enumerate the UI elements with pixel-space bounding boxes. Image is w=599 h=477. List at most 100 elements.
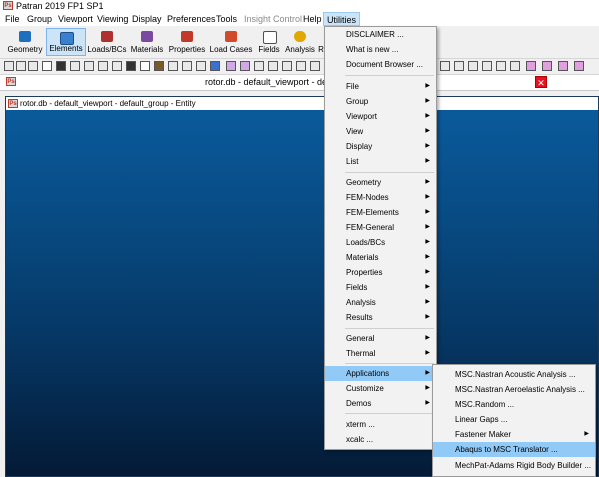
menu-item-general[interactable]: General ▶ xyxy=(325,331,436,346)
menu-item-xterm[interactable]: xterm ... xyxy=(325,417,436,432)
application-switch-bar: Geometry Elements Loads/BCs Materials Pr… xyxy=(0,26,599,59)
menu-viewing[interactable]: Viewing xyxy=(97,12,128,26)
display-mode-1-icon[interactable] xyxy=(526,61,536,71)
menu-item-msc-random[interactable]: MSC.Random ... xyxy=(433,397,595,412)
menu-item-mechpat-adams[interactable]: MechPat-Adams Rigid Body Builder ... xyxy=(433,458,595,473)
node-size-icon[interactable] xyxy=(468,61,478,71)
viewport-title: rotor.db - default_viewport - default_gr… xyxy=(20,99,196,108)
menu-display[interactable]: Display xyxy=(132,12,162,26)
menu-separator xyxy=(345,363,434,364)
close-icon[interactable]: ✕ xyxy=(535,76,547,88)
menu-item-materials[interactable]: Materials ▶ xyxy=(325,250,436,265)
wireframe-icon[interactable] xyxy=(296,61,306,71)
menu-item-viewport[interactable]: Viewport ▶ xyxy=(325,109,436,124)
materials-button[interactable]: Materials xyxy=(128,28,166,56)
view-corners-icon[interactable] xyxy=(182,61,192,71)
geometry-button[interactable]: Geometry xyxy=(5,28,45,56)
menu-item-nastran-acoustic[interactable]: MSC.Nastran Acoustic Analysis ... xyxy=(433,367,595,382)
display-mode-4-icon[interactable] xyxy=(574,61,584,71)
element-edges-icon[interactable] xyxy=(496,61,506,71)
menu-item-abaqus-translator[interactable]: Abaqus to MSC Translator ... xyxy=(433,442,595,457)
properties-button[interactable]: Properties xyxy=(167,28,207,56)
display-mode-3-icon[interactable] xyxy=(558,61,568,71)
menu-item-geometry[interactable]: Geometry ▶ xyxy=(325,175,436,190)
pan-hand-icon[interactable] xyxy=(126,61,136,71)
menu-separator xyxy=(345,413,434,414)
rotate-icon[interactable] xyxy=(140,61,150,71)
menu-item-analysis[interactable]: Analysis ▶ xyxy=(325,295,436,310)
menu-item-fastener-maker[interactable]: Fastener Maker ▶ xyxy=(433,427,595,442)
load-cases-button[interactable]: Load Cases xyxy=(208,28,254,56)
load-cases-icon xyxy=(225,31,237,42)
menu-item-view[interactable]: View ▶ xyxy=(325,124,436,139)
hide-labels-icon[interactable] xyxy=(454,61,464,71)
zoom-icon[interactable] xyxy=(154,61,164,71)
menu-item-customize[interactable]: Customize ▶ xyxy=(325,381,436,396)
undo-icon[interactable] xyxy=(98,61,108,71)
menu-item-fem-general[interactable]: FEM-General ▶ xyxy=(325,220,436,235)
chevron-right-icon: ▶ xyxy=(425,113,430,119)
top-view-icon[interactable] xyxy=(254,61,264,71)
save-icon[interactable] xyxy=(56,61,66,71)
refresh-icon[interactable] xyxy=(210,61,220,71)
menu-item-fem-nodes[interactable]: FEM-Nodes ▶ xyxy=(325,190,436,205)
menu-item-linear-gaps[interactable]: Linear Gaps ... xyxy=(433,412,595,427)
menu-utilities[interactable]: Utilities xyxy=(323,12,361,26)
iso1-view-icon[interactable] xyxy=(226,61,236,71)
free-edges-icon[interactable] xyxy=(510,61,520,71)
menu-group[interactable]: Group xyxy=(27,12,52,26)
menu-item-file[interactable]: File ▶ xyxy=(325,79,436,94)
document-logo-icon: Ps xyxy=(6,77,16,86)
menu-item-applications[interactable]: Applications ▶ xyxy=(325,366,436,381)
chevron-right-icon: ▶ xyxy=(425,400,430,406)
show-labels-icon[interactable] xyxy=(440,61,450,71)
menu-bar: File Group Viewport Viewing Display Pref… xyxy=(0,12,599,26)
chevron-right-icon: ▶ xyxy=(425,284,430,290)
menu-item-thermal[interactable]: Thermal ▶ xyxy=(325,346,436,361)
menu-item-demos[interactable]: Demos ▶ xyxy=(325,396,436,411)
abort-icon[interactable] xyxy=(112,61,122,71)
loads-bcs-button[interactable]: Loads/BCs xyxy=(87,28,127,56)
menu-item-loads-bcs[interactable]: Loads/BCs ▶ xyxy=(325,235,436,250)
element-shrink-icon[interactable] xyxy=(482,61,492,71)
chevron-right-icon: ▶ xyxy=(425,370,430,376)
chevron-right-icon: ▶ xyxy=(584,431,589,437)
title-bar: Ps Patran 2019 FP1 SP1 xyxy=(0,0,599,12)
elements-button[interactable]: Elements xyxy=(46,28,86,56)
chevron-right-icon: ▶ xyxy=(425,239,430,245)
menu-item-nastran-aeroelastic[interactable]: MSC.Nastran Aeroelastic Analysis ... xyxy=(433,382,595,397)
menu-preferences[interactable]: Preferences xyxy=(167,12,216,26)
menu-item-fem-elements[interactable]: FEM-Elements ▶ xyxy=(325,205,436,220)
chevron-right-icon: ▶ xyxy=(425,350,430,356)
materials-icon xyxy=(141,31,153,42)
menu-item-results[interactable]: Results ▶ xyxy=(325,310,436,325)
menu-item-group[interactable]: Group ▶ xyxy=(325,94,436,109)
open-file-icon[interactable] xyxy=(16,61,26,71)
menu-item-list[interactable]: List ▶ xyxy=(325,154,436,169)
display-mode-2-icon[interactable] xyxy=(542,61,552,71)
menu-item-display[interactable]: Display ▶ xyxy=(325,139,436,154)
side-view-icon[interactable] xyxy=(268,61,278,71)
menu-item-xcalc[interactable]: xcalc ... xyxy=(325,432,436,447)
paste-icon[interactable] xyxy=(84,61,94,71)
menu-item-properties[interactable]: Properties ▶ xyxy=(325,265,436,280)
front-view-icon[interactable] xyxy=(240,61,250,71)
bottom-view-icon[interactable] xyxy=(282,61,292,71)
fields-button[interactable]: Fields xyxy=(255,28,283,56)
select-icon[interactable] xyxy=(196,61,206,71)
menu-file[interactable]: File xyxy=(5,12,20,26)
menu-item-what-is-new[interactable]: What is new ... xyxy=(325,42,436,57)
hidden-line-icon[interactable] xyxy=(310,61,320,71)
menu-item-fields[interactable]: Fields ▶ xyxy=(325,280,436,295)
copy-icon[interactable] xyxy=(70,61,80,71)
close-file-icon[interactable] xyxy=(28,61,38,71)
menu-help[interactable]: Help xyxy=(303,12,322,26)
menu-tools[interactable]: Tools xyxy=(216,12,237,26)
menu-item-document-browser[interactable]: Document Browser ... xyxy=(325,57,436,72)
fit-view-icon[interactable] xyxy=(168,61,178,71)
menu-item-disclaimer[interactable]: DISCLAIMER ... xyxy=(325,27,436,42)
analysis-button[interactable]: Analysis xyxy=(284,28,316,56)
menu-viewport[interactable]: Viewport xyxy=(58,12,93,26)
print-icon[interactable] xyxy=(42,61,52,71)
new-file-icon[interactable] xyxy=(4,61,14,71)
